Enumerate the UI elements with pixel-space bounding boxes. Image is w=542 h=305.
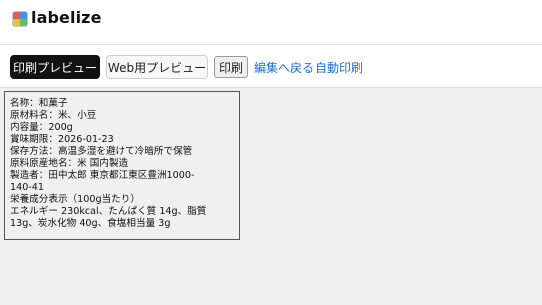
label-line-ingredients: 原材料名：米、小豆 [10, 110, 97, 121]
labelize-logo-icon [12, 11, 28, 27]
label-line-name: 名称：和菓子 [10, 98, 68, 109]
auto-print-link[interactable]: 自動印刷 [315, 59, 363, 76]
label-line-origin: 原料原産地名：米 国内製造 [10, 158, 129, 169]
label-line-nutrition-title: 栄養成分表示（100g当たり） [10, 194, 140, 205]
label-preview: 名称：和菓子 原材料名：米、小豆 内容量：200g 賞味期限：2026-01-2… [4, 91, 240, 240]
label-line-nutrition-1: エネルギー 230kcal、たんぱく質 14g、脂質 [10, 206, 207, 217]
label-line-content: 内容量：200g [10, 122, 73, 133]
web-preview-button[interactable]: Web用プレビュー [106, 55, 208, 79]
label-line-manufacturer-cont: 140-41 [10, 182, 44, 193]
toolbar: 印刷プレビュー Web用プレビュー 印刷 編集へ戻る 自動印刷 [0, 44, 542, 88]
label-line-best-before: 賞味期限：2026-01-23 [10, 134, 114, 145]
label-line-manufacturer: 製造者：田中太郎 東京都江東区豊洲1000- [10, 170, 195, 181]
label-line-storage: 保存方法：高温多湿を避けて冷暗所で保管 [10, 146, 193, 157]
app-header: labelize [0, 0, 542, 44]
back-to-edit-link[interactable]: 編集へ戻る [254, 59, 314, 76]
print-preview-button[interactable]: 印刷プレビュー [10, 55, 100, 79]
app-brand: labelize [31, 8, 102, 27]
print-button[interactable]: 印刷 [214, 56, 248, 78]
label-line-nutrition-2: 13g、炭水化物 40g、食塩相当量 3g [10, 218, 171, 229]
